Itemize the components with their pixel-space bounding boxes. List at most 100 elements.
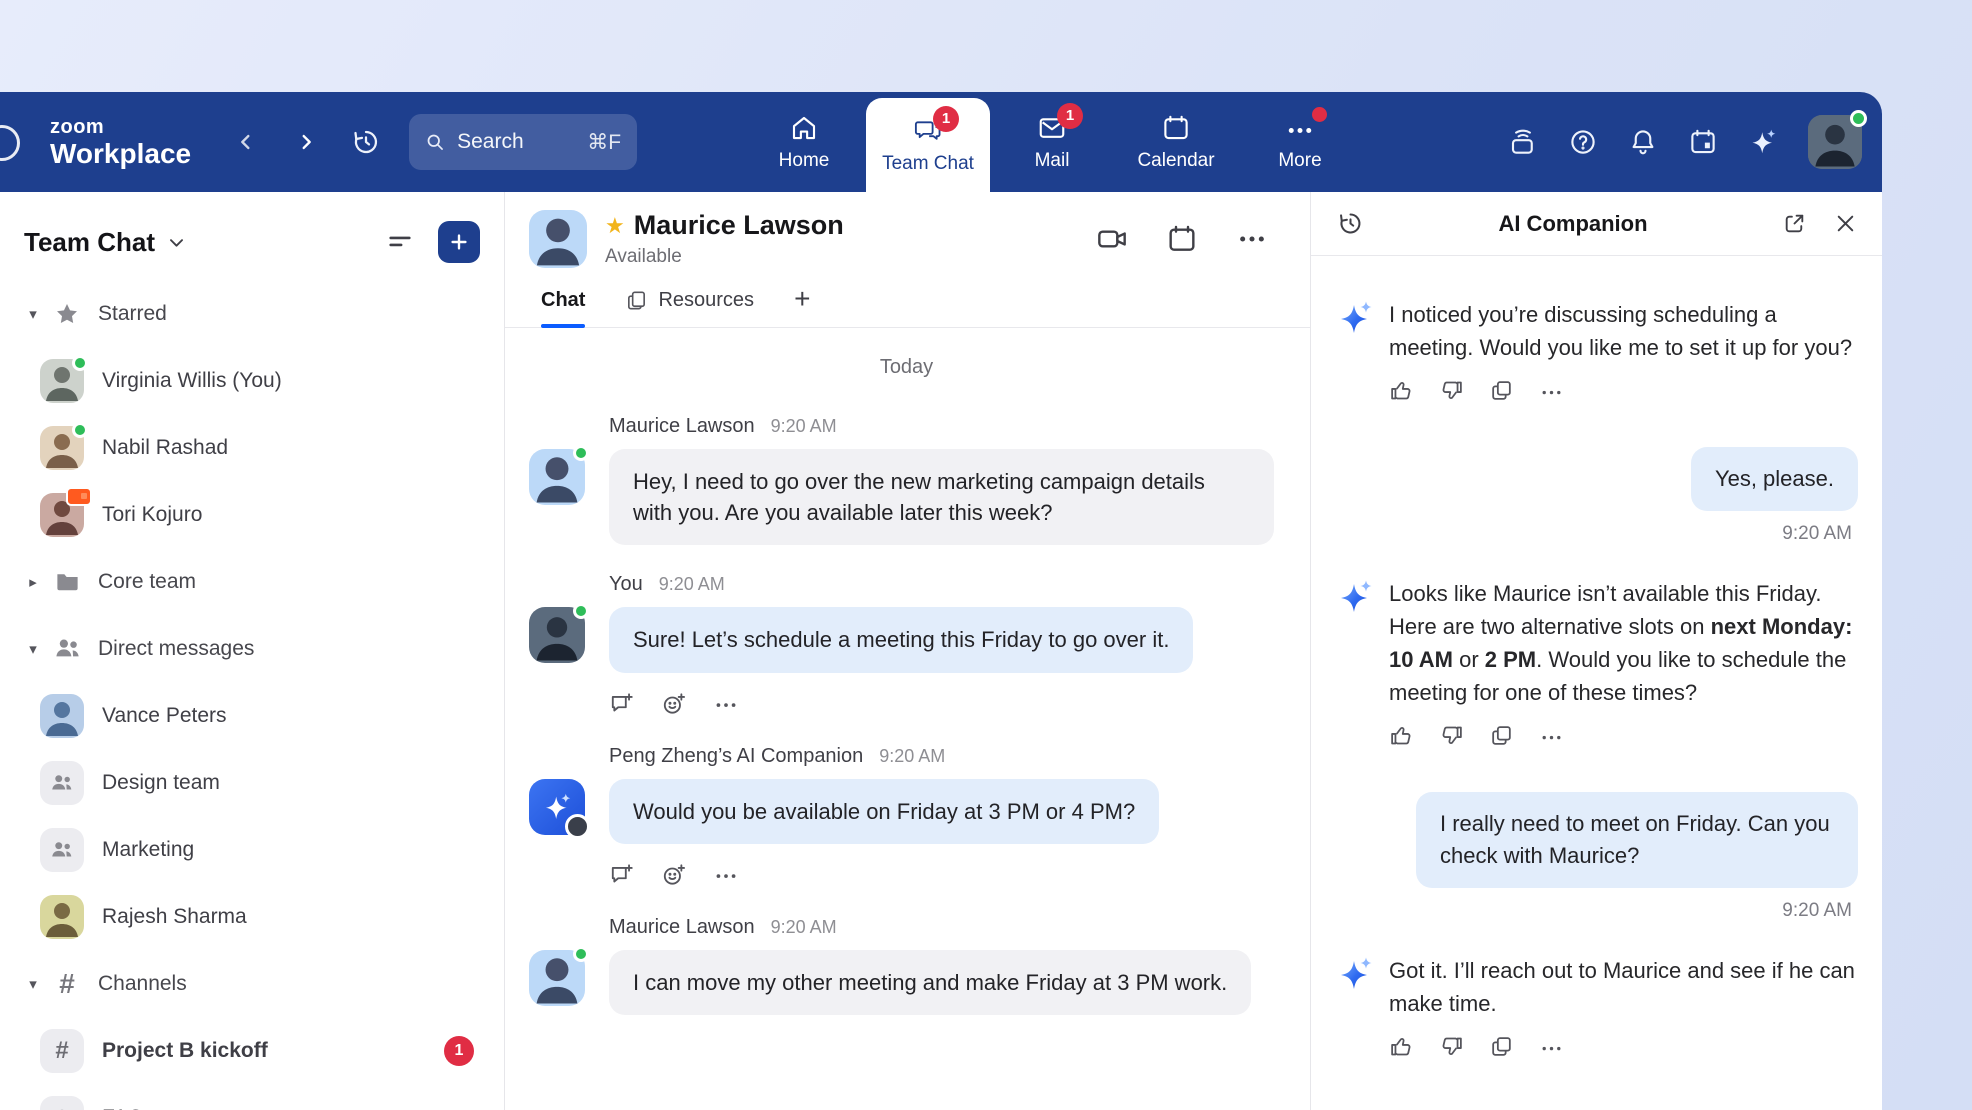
calendar-date-icon[interactable] xyxy=(1688,127,1718,157)
sidebar-item-tori-kojuro[interactable]: Tori Kojuro xyxy=(0,481,504,548)
lock-icon xyxy=(50,1106,74,1110)
sidebar-item-project-b-kickoff[interactable]: # Project B kickoff 1 xyxy=(0,1017,504,1084)
notifications-bell-icon[interactable] xyxy=(1628,127,1658,157)
caret-right-icon[interactable]: ▸ xyxy=(20,573,46,591)
caret-down-icon[interactable]: ▾ xyxy=(20,305,46,323)
copy-icon[interactable] xyxy=(1489,1034,1514,1059)
sidebar-item-nabil-rashad[interactable]: Nabil Rashad xyxy=(0,414,504,481)
thumbs-down-icon[interactable] xyxy=(1439,1034,1464,1059)
message-hover-actions xyxy=(609,862,1159,888)
avatar[interactable] xyxy=(529,607,585,663)
workspace-switcher-partial[interactable] xyxy=(0,125,20,161)
top-bar: zoom Workplace Search ⌘F Home xyxy=(0,92,1882,192)
tab-home[interactable]: Home xyxy=(742,92,866,192)
ai-companion-avatar[interactable] xyxy=(529,779,585,835)
thumbs-down-icon[interactable] xyxy=(1439,378,1464,403)
peer-info: ★ Maurice Lawson Available xyxy=(605,210,844,268)
sidebar-header: Team Chat xyxy=(0,216,504,268)
sidebar-section-core-team[interactable]: ▸ Core team xyxy=(0,548,504,615)
sidebar-item-rajesh-sharma[interactable]: Rajesh Sharma xyxy=(0,883,504,950)
tab-chat[interactable]: Chat xyxy=(541,289,585,327)
forward-arrow-icon[interactable] xyxy=(295,131,317,153)
starred-icon[interactable]: ★ xyxy=(605,213,625,239)
home-icon xyxy=(789,113,819,143)
sidebar-section-direct-messages[interactable]: ▾ Direct messages xyxy=(0,615,504,682)
section-label: Core team xyxy=(98,570,196,594)
ai-sparkle-icon xyxy=(1335,954,1375,994)
more-options-icon[interactable] xyxy=(1236,223,1268,255)
close-icon[interactable] xyxy=(1833,211,1858,236)
ai-message-1: I noticed you’re discussing scheduling a… xyxy=(1335,298,1858,364)
message-maurice-2: Maurice Lawson 9:20 AM I can move my oth… xyxy=(529,916,1284,1015)
status-online xyxy=(573,946,589,962)
plus-icon xyxy=(448,231,470,253)
more-actions-icon[interactable] xyxy=(1539,1034,1564,1059)
history-icon[interactable] xyxy=(351,127,381,157)
back-arrow-icon[interactable] xyxy=(235,131,257,153)
search-input[interactable]: Search ⌘F xyxy=(409,114,637,170)
thumbs-up-icon[interactable] xyxy=(1389,1034,1414,1059)
add-tab-button[interactable]: + xyxy=(794,283,810,327)
avatar[interactable] xyxy=(529,449,585,505)
ai-message-actions xyxy=(1389,378,1858,403)
avatar xyxy=(40,426,84,470)
message-sender: You xyxy=(609,573,643,596)
ai-companion-sparkle-icon[interactable] xyxy=(1748,127,1778,157)
reply-in-thread-icon[interactable] xyxy=(609,691,635,717)
add-reaction-icon[interactable] xyxy=(661,862,687,888)
add-chat-button[interactable] xyxy=(438,221,480,263)
add-reaction-icon[interactable] xyxy=(661,691,687,717)
filter-icon[interactable] xyxy=(386,228,414,256)
user-avatar[interactable] xyxy=(1808,115,1862,169)
ai-message-text: Looks like Maurice isn’t available this … xyxy=(1389,577,1858,709)
reply-in-thread-icon[interactable] xyxy=(609,862,635,888)
tab-more[interactable]: More xyxy=(1238,92,1362,192)
connect-device-icon[interactable] xyxy=(1508,127,1538,157)
chevron-down-icon[interactable] xyxy=(167,233,186,252)
schedule-meeting-icon[interactable] xyxy=(1166,223,1198,255)
peer-avatar[interactable] xyxy=(529,210,587,268)
caret-down-icon[interactable]: ▾ xyxy=(20,975,46,993)
caret-down-icon[interactable]: ▾ xyxy=(20,640,46,658)
tab-team-chat[interactable]: 1 Team Chat xyxy=(866,98,990,192)
more-actions-icon[interactable] xyxy=(713,862,739,888)
copy-icon[interactable] xyxy=(1489,378,1514,403)
tab-mail-label: Mail xyxy=(1035,150,1070,172)
message-list: Today Maurice Lawson 9:20 AM Hey, I need… xyxy=(505,328,1310,1110)
sidebar-section-channels[interactable]: ▾ # Channels xyxy=(0,950,504,1017)
sidebar-item-virginia-willis[interactable]: Virginia Willis (You) xyxy=(0,347,504,414)
help-icon[interactable] xyxy=(1568,127,1598,157)
history-icon[interactable] xyxy=(1337,210,1364,237)
thumbs-up-icon[interactable] xyxy=(1389,378,1414,403)
sidebar-item-design-team[interactable]: Design team xyxy=(0,749,504,816)
tab-home-label: Home xyxy=(779,150,830,172)
message-bubble: Would you be available on Friday at 3 PM… xyxy=(609,779,1159,844)
thumbs-down-icon[interactable] xyxy=(1439,723,1464,748)
tab-mail[interactable]: 1 Mail xyxy=(990,92,1114,192)
sidebar-section-starred[interactable]: ▾ Starred xyxy=(0,280,504,347)
chat-header: ★ Maurice Lawson Available xyxy=(505,192,1310,274)
more-actions-icon[interactable] xyxy=(1539,378,1564,403)
start-video-meeting-icon[interactable] xyxy=(1096,223,1128,255)
tab-resources[interactable]: Resources xyxy=(625,289,754,327)
sidebar-item-vance-peters[interactable]: Vance Peters xyxy=(0,682,504,749)
ai-message-2: Looks like Maurice isn’t available this … xyxy=(1335,577,1858,709)
sidebar-item-faqs[interactable]: FAQs xyxy=(0,1084,504,1110)
avatar[interactable] xyxy=(529,950,585,1006)
contact-name: Vance Peters xyxy=(102,704,227,728)
tab-calendar[interactable]: Calendar xyxy=(1114,92,1238,192)
more-actions-icon[interactable] xyxy=(713,691,739,717)
message-maurice-1: Maurice Lawson 9:20 AM Hey, I need to go… xyxy=(529,415,1284,545)
group-name: Design team xyxy=(102,771,220,795)
more-actions-icon[interactable] xyxy=(1539,723,1564,748)
ai-message-text: Got it. I’ll reach out to Maurice and se… xyxy=(1389,954,1858,1020)
thumbs-up-icon[interactable] xyxy=(1389,723,1414,748)
top-bar-right-icons xyxy=(1508,115,1862,169)
copy-icon[interactable] xyxy=(1489,723,1514,748)
pop-out-icon[interactable] xyxy=(1782,211,1807,236)
contact-name: Virginia Willis (You) xyxy=(102,369,282,393)
sidebar-item-marketing[interactable]: Marketing xyxy=(0,816,504,883)
content-area: Team Chat ▾ Starred xyxy=(0,192,1882,1110)
group-avatar xyxy=(40,761,84,805)
date-divider: Today xyxy=(529,356,1284,379)
